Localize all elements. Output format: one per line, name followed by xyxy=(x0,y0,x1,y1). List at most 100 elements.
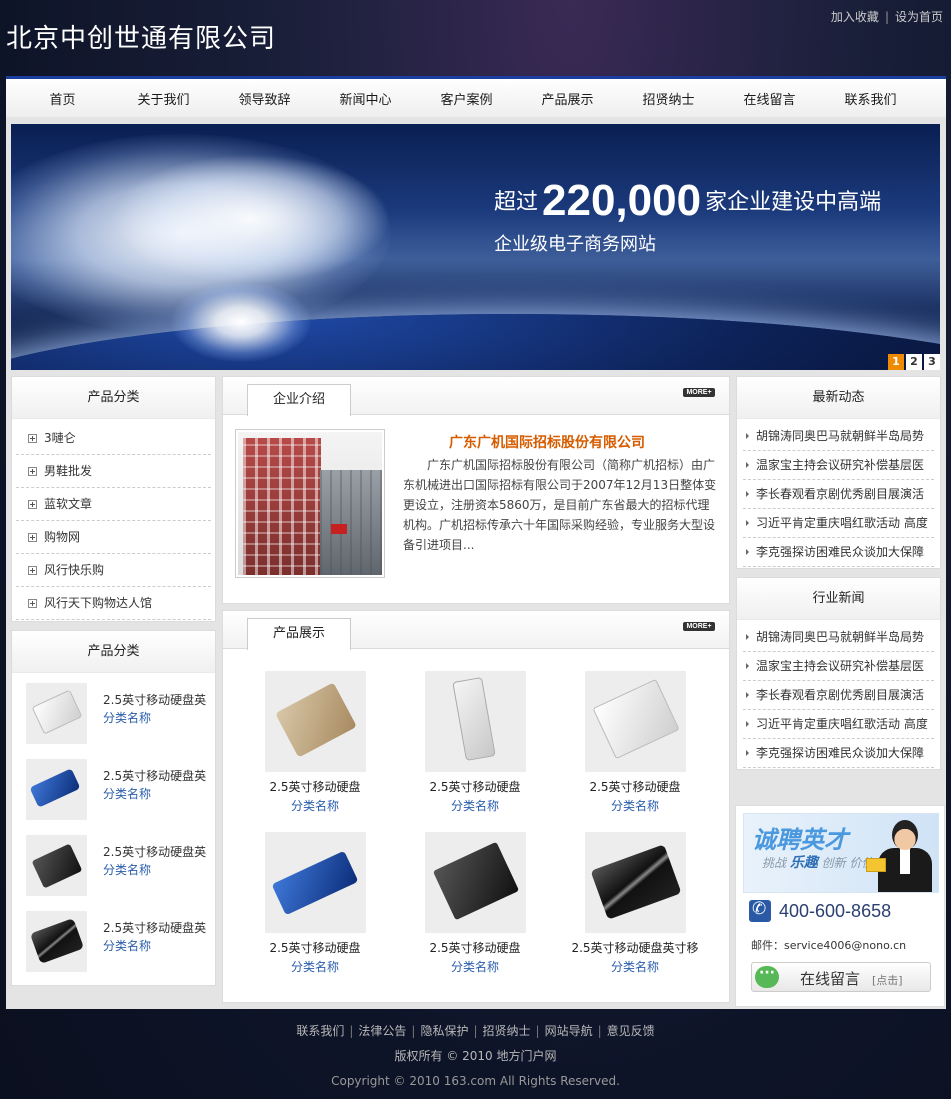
banner-post: 家企业建设中高端 xyxy=(705,190,882,215)
plus-icon xyxy=(28,434,37,443)
category-item[interactable]: 风行天下购物达人馆 xyxy=(16,587,211,620)
footer-link-sitemap[interactable]: 网站导航 xyxy=(545,1024,593,1038)
set-homepage-link[interactable]: 设为首页 xyxy=(895,10,943,24)
plus-icon xyxy=(28,500,37,509)
arrow-icon xyxy=(746,663,749,669)
news-item[interactable]: 温家宝主持会议研究补偿基层医 xyxy=(743,652,934,681)
phone-number: 400-600-8658 xyxy=(779,900,892,921)
plus-icon xyxy=(28,566,37,575)
side-product-item[interactable]: 2.5英寸移动硬盘英 分类名称 xyxy=(26,683,216,745)
nav-item-jobs[interactable]: 招贤纳士 xyxy=(618,79,719,117)
industry-news-box: 行业新闻 胡锦涛同奥巴马就朝鲜半岛局势 温家宝主持会议研究补偿基层医 李长春观看… xyxy=(736,577,941,770)
intro-panel: 企业介绍 MORE+ 广东广机国际招标股份有限公司 广东广机国际招标股份有限公司… xyxy=(222,376,730,604)
footer-copyright: Copyright © 2010 163.com All Rights Rese… xyxy=(331,1074,620,1088)
plus-icon xyxy=(28,599,37,608)
plus-icon xyxy=(28,533,37,542)
black-drive-icon xyxy=(424,832,526,933)
product-item[interactable]: 2.5英寸移动硬盘英寸移 分类名称 xyxy=(565,832,705,975)
news-item[interactable]: 习近平肯定重庆唱红歌活动 高度 xyxy=(743,509,934,538)
hero-banner[interactable]: 超过220,000 家企业建设中高端 企业级电子商务网站 1 2 3 xyxy=(11,124,940,370)
separator: | xyxy=(884,10,889,24)
banner-pager: 1 2 3 xyxy=(888,354,940,370)
category-item[interactable]: 购物网 xyxy=(16,521,211,554)
product-item[interactable]: 2.5英寸移动硬盘 分类名称 xyxy=(405,671,545,814)
arrow-icon xyxy=(746,750,749,756)
product-item[interactable]: 2.5英寸移动硬盘 分类名称 xyxy=(565,671,705,814)
news-item[interactable]: 温家宝主持会议研究补偿基层医 xyxy=(743,451,934,480)
online-message-button[interactable]: 在线留言 [点击] xyxy=(751,962,931,992)
category-item[interactable]: 风行快乐购 xyxy=(16,554,211,587)
nav-item-message[interactable]: 在线留言 xyxy=(719,79,820,117)
side-product-item[interactable]: 2.5英寸移动硬盘英 分类名称 xyxy=(26,759,216,821)
chat-bubble-icon xyxy=(755,965,779,988)
news-item[interactable]: 习近平肯定重庆唱红歌活动 高度 xyxy=(743,710,934,739)
main-container: 超过220,000 家企业建设中高端 企业级电子商务网站 1 2 3 产品分类 3… xyxy=(6,117,946,1009)
nav-item-products[interactable]: 产品展示 xyxy=(517,79,618,117)
news-item[interactable]: 李克强探访困难民众谈加大保障 xyxy=(743,739,934,768)
company-building-image xyxy=(235,429,385,578)
blue-usb-drive-icon xyxy=(264,832,366,933)
nav-item-about[interactable]: 关于我们 xyxy=(113,79,214,117)
news-item[interactable]: 李长春观看京剧优秀剧目展演活 xyxy=(743,480,934,509)
arrow-icon xyxy=(746,433,749,439)
arrow-icon xyxy=(746,721,749,727)
product-item[interactable]: 2.5英寸移动硬盘 分类名称 xyxy=(245,832,385,975)
product-item[interactable]: 2.5英寸移动硬盘 分类名称 xyxy=(405,832,545,975)
latest-news-box: 最新动态 胡锦涛同奥巴马就朝鲜半岛局势 温家宝主持会议研究补偿基层医 李长春观看… xyxy=(736,376,941,569)
footer-link-feedback[interactable]: 意见反馈 xyxy=(607,1024,655,1038)
category-item[interactable]: 蓝软文章 xyxy=(16,488,211,521)
black-drive-icon xyxy=(26,835,87,896)
contact-box: 诚聘英才 挑战 乐趣 创新 价值 400-600-8658 邮件：service… xyxy=(736,806,944,1006)
category-box: 产品分类 3嗹仑 男鞋批发 蓝软文章 购物网 风行快乐购 风行天下购物达人馆 xyxy=(11,376,216,622)
banner-page-3[interactable]: 3 xyxy=(924,354,940,370)
news-item[interactable]: 李长春观看京剧优秀剧目展演活 xyxy=(743,681,934,710)
footer-link-privacy[interactable]: 隐私保护 xyxy=(420,1024,468,1038)
more-button[interactable]: MORE+ xyxy=(683,622,715,631)
arrow-icon xyxy=(746,520,749,526)
product-item[interactable]: 2.5英寸移动硬盘 分类名称 xyxy=(245,671,385,814)
category-item[interactable]: 男鞋批发 xyxy=(16,455,211,488)
more-button[interactable]: MORE+ xyxy=(683,388,715,397)
black-stripe-drive-icon xyxy=(584,832,686,933)
news-item[interactable]: 胡锦涛同奥巴马就朝鲜半岛局势 xyxy=(743,422,934,451)
nav-item-cases[interactable]: 客户案例 xyxy=(416,79,517,117)
side-products-box: 产品分类 2.5英寸移动硬盘英 分类名称 2.5英寸移动硬盘英 分类名称 2.5… xyxy=(11,630,216,986)
add-favorite-link[interactable]: 加入收藏 xyxy=(831,10,879,24)
recruit-banner[interactable]: 诚聘英才 挑战 乐趣 创新 价值 xyxy=(743,813,939,893)
banner-page-1[interactable]: 1 xyxy=(888,354,904,370)
category-item[interactable]: 3嗹仑 xyxy=(16,422,211,455)
latest-news-title: 最新动态 xyxy=(737,377,940,419)
footer-link-legal[interactable]: 法律公告 xyxy=(358,1024,406,1038)
tab-company-intro[interactable]: 企业介绍 xyxy=(247,384,351,416)
company-description: 广东广机国际招标股份有限公司（简称广机招标）由广东机械进出口国际招标有限公司于2… xyxy=(403,458,717,552)
recruit-words: 挑战 乐趣 创新 价值 xyxy=(762,855,874,871)
side-product-item[interactable]: 2.5英寸移动硬盘英 分类名称 xyxy=(26,911,216,973)
footer: 联系我们 | 法律公告 | 隐私保护 | 招贤纳士 | 网站导航 | 意见反馈 版权所有 © 201… xyxy=(0,1020,951,1092)
footer-link-jobs[interactable]: 招贤纳士 xyxy=(483,1024,531,1038)
black-stripe-drive-icon xyxy=(26,911,87,972)
news-item[interactable]: 胡锦涛同奥巴马就朝鲜半岛局势 xyxy=(743,623,934,652)
news-item[interactable]: 李克强探访困难民众谈加大保障 xyxy=(743,538,934,567)
tab-products[interactable]: 产品展示 xyxy=(247,618,351,650)
nav-item-home[interactable]: 首页 xyxy=(12,79,113,117)
phone-row: 400-600-8658 xyxy=(749,899,892,922)
recruit-title: 诚聘英才 xyxy=(752,826,848,854)
businessman-image xyxy=(866,818,934,892)
silver-usb-drive-icon xyxy=(424,671,526,772)
silver-drive-icon xyxy=(584,671,686,772)
nav-item-news[interactable]: 新闻中心 xyxy=(315,79,416,117)
arrow-icon xyxy=(746,549,749,555)
blue-usb-drive-icon xyxy=(26,759,87,820)
main-nav: 首页 关于我们 领导致辞 新闻中心 客户案例 产品展示 招贤纳士 在线留言 联系… xyxy=(6,76,946,117)
arrow-icon xyxy=(746,491,749,497)
nav-item-leader-speech[interactable]: 领导致辞 xyxy=(214,79,315,117)
banner-subline: 企业级电子商务网站 xyxy=(494,234,656,255)
silver-drive-icon xyxy=(26,683,87,744)
company-name[interactable]: 广东广机国际招标股份有限公司 xyxy=(449,432,645,452)
nav-item-contact[interactable]: 联系我们 xyxy=(820,79,921,117)
industry-news-title: 行业新闻 xyxy=(737,578,940,620)
footer-link-contact[interactable]: 联系我们 xyxy=(296,1024,344,1038)
banner-headline: 超过220,000 家企业建设中高端 xyxy=(494,176,881,226)
side-product-item[interactable]: 2.5英寸移动硬盘英 分类名称 xyxy=(26,835,216,897)
banner-page-2[interactable]: 2 xyxy=(906,354,922,370)
